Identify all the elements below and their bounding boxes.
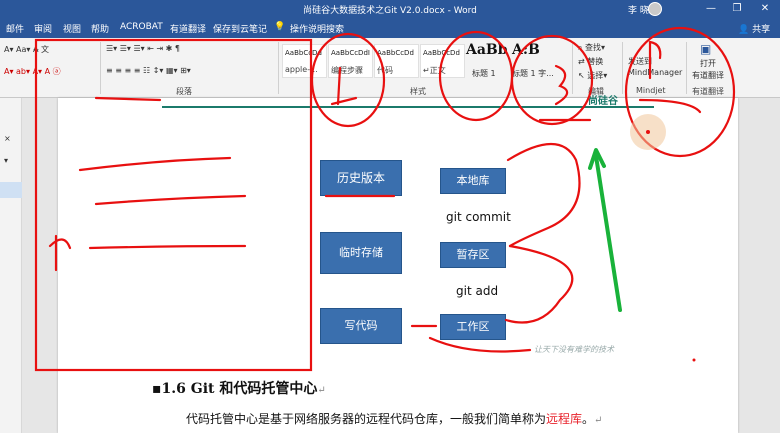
replace-icon: ⇄ [578, 57, 585, 66]
replace-label: 替换 [587, 57, 604, 66]
write-code-label-box: 写代码 [320, 308, 402, 344]
restore-button[interactable]: ❐ [726, 1, 748, 17]
nav-selected-item[interactable] [0, 182, 22, 198]
chevron-down-icon[interactable]: ▾ [4, 156, 8, 165]
youdao-icon: ▣ [700, 42, 712, 56]
tab-view[interactable]: 视图 [63, 22, 81, 35]
send-mindmanager-line1[interactable]: 发送到 [628, 56, 652, 67]
bullet-icon: ▪ [152, 381, 162, 397]
style-heading1char-sample[interactable]: A:B [512, 42, 540, 58]
share-button[interactable]: 👤 共享 [738, 22, 770, 35]
list-icons[interactable]: ☰▾ ☰▾ ☰▾ ⇤ ⇥ ✱ ¶ [106, 44, 180, 53]
share-label: 共享 [752, 25, 771, 35]
send-mindmanager-line2[interactable]: MindManager [628, 68, 682, 77]
style-code[interactable]: AaBbCcDd 代码 [374, 44, 419, 78]
group-separator [100, 42, 101, 94]
style-programming-steps[interactable]: AaBbCcDdI 编程步骤 [328, 44, 373, 78]
open-youdao-line2[interactable]: 有道翻译 [692, 70, 724, 81]
lightbulb-icon: 💡 [274, 22, 286, 32]
group-separator [278, 42, 279, 94]
person-icon: 👤 [738, 25, 750, 35]
title-bar: 尚硅谷大数据技术之Git V2.0.docx - Word 李 晓金 — ❐ ✕ [0, 0, 780, 18]
style-name: 代码 [377, 66, 393, 75]
style-heading1char-name: 标题 1 字... [512, 69, 554, 78]
group-separator [622, 42, 623, 94]
style-heading1-name: 标题 1 [472, 69, 496, 78]
open-youdao-line1[interactable]: 打开 [700, 58, 716, 69]
cursor-icon: ↖ [578, 71, 585, 80]
paragraph-mark-icon: ↵ [317, 385, 326, 396]
window-title: 尚硅谷大数据技术之Git V2.0.docx - Word [303, 6, 477, 16]
git-add-label: git add [456, 284, 499, 298]
workspace-node: 工作区 [440, 314, 506, 340]
style-heading1-sample[interactable]: AaBb [466, 42, 508, 58]
section-title: Git 和代码托管中心 [190, 381, 318, 397]
group-label-styles: 样式 [410, 87, 426, 96]
minimize-button[interactable]: — [700, 1, 722, 17]
paragraph-mark-icon: ↵ [594, 415, 603, 426]
search-icon: ⌕ [578, 43, 583, 52]
navigation-pane: × ▾ [0, 98, 22, 433]
close-button[interactable]: ✕ [754, 1, 776, 17]
clear-format-icon[interactable]: A▾ Aa▾ A̶ 文 [4, 44, 49, 55]
group-label-mindjet: Mindjet [636, 86, 666, 95]
replace-button[interactable]: ⇄ 替换 [578, 56, 603, 67]
group-label-paragraph: 段落 [176, 87, 192, 96]
avatar[interactable] [648, 2, 662, 16]
tab-youdao[interactable]: 有道翻译 [170, 22, 206, 35]
para-text: 代码托管中心是基于网络服务器的远程代码仓库，一般我们简单称为 [186, 412, 547, 426]
group-separator [572, 42, 573, 94]
tab-mailings[interactable]: 邮件 [6, 22, 24, 35]
find-button[interactable]: ⌕ 查找▾ [578, 42, 605, 53]
temp-store-label-box: 临时存储 [320, 232, 402, 274]
watermark: 让天下没有难学的技术 [534, 345, 614, 354]
remote-repo-term: 远程库 [546, 412, 583, 426]
style-normal[interactable]: AaBbCcDd ↵正文 [420, 44, 465, 78]
git-commit-label: git commit [446, 210, 511, 224]
style-name: 编程步骤 [331, 66, 363, 75]
section-heading: ▪1.6 Git 和代码托管中心↵ [152, 378, 326, 398]
tab-review[interactable]: 审阅 [34, 22, 52, 35]
font-color-icon[interactable]: A▾ ab▾ A▾ A ⓐ [4, 66, 61, 77]
style-sample: AaBbCcDd [377, 49, 414, 57]
ribbon-tab-bar: 邮件 审阅 视图 帮助 ACROBAT 有道翻译 保存到云笔记 💡 操作说明搜索… [0, 18, 780, 38]
tell-me-search[interactable]: 操作说明搜索 [290, 22, 344, 35]
style-sample: AaBbCcDd [423, 49, 460, 57]
section-paragraph: 代码托管中心是基于网络服务器的远程代码仓库，一般我们简单称为远程库。↵ [186, 410, 602, 427]
style-sample: AaBbCcDd [285, 49, 322, 57]
find-label: 查找 [585, 43, 602, 52]
select-label: 选择 [587, 71, 604, 80]
group-separator [686, 42, 687, 94]
history-label-box: 历史版本 [320, 160, 402, 196]
local-repo-node: 本地库 [440, 168, 506, 194]
tab-acrobat[interactable]: ACROBAT [120, 22, 163, 32]
para-end: 。 [582, 412, 595, 426]
section-number: 1.6 [161, 381, 186, 397]
logo: 尚硅谷 [588, 96, 618, 107]
style-name: ↵正文 [423, 66, 446, 75]
ribbon: A▾ Aa▾ A̶ 文 A▾ ab▾ A▾ A ⓐ ☰▾ ☰▾ ☰▾ ⇤ ⇥ ✱… [0, 38, 780, 98]
style-apple[interactable]: AaBbCcDd apple-... [282, 44, 327, 78]
select-button[interactable]: ↖ 选择▾ [578, 70, 607, 81]
staging-node: 暂存区 [440, 242, 506, 268]
tab-cloud-note[interactable]: 保存到云笔记 [213, 22, 267, 35]
align-icons[interactable]: ≡ ≡ ≡ ≡ ☷ ↕▾ ▦▾ ⊞▾ [106, 66, 191, 75]
style-name: apple-... [285, 65, 318, 74]
header-rule [162, 106, 654, 108]
close-icon[interactable]: × [4, 134, 11, 143]
style-sample: AaBbCcDdI [331, 49, 370, 57]
tab-help[interactable]: 帮助 [91, 22, 109, 35]
group-label-youdao: 有道翻译 [692, 87, 724, 96]
